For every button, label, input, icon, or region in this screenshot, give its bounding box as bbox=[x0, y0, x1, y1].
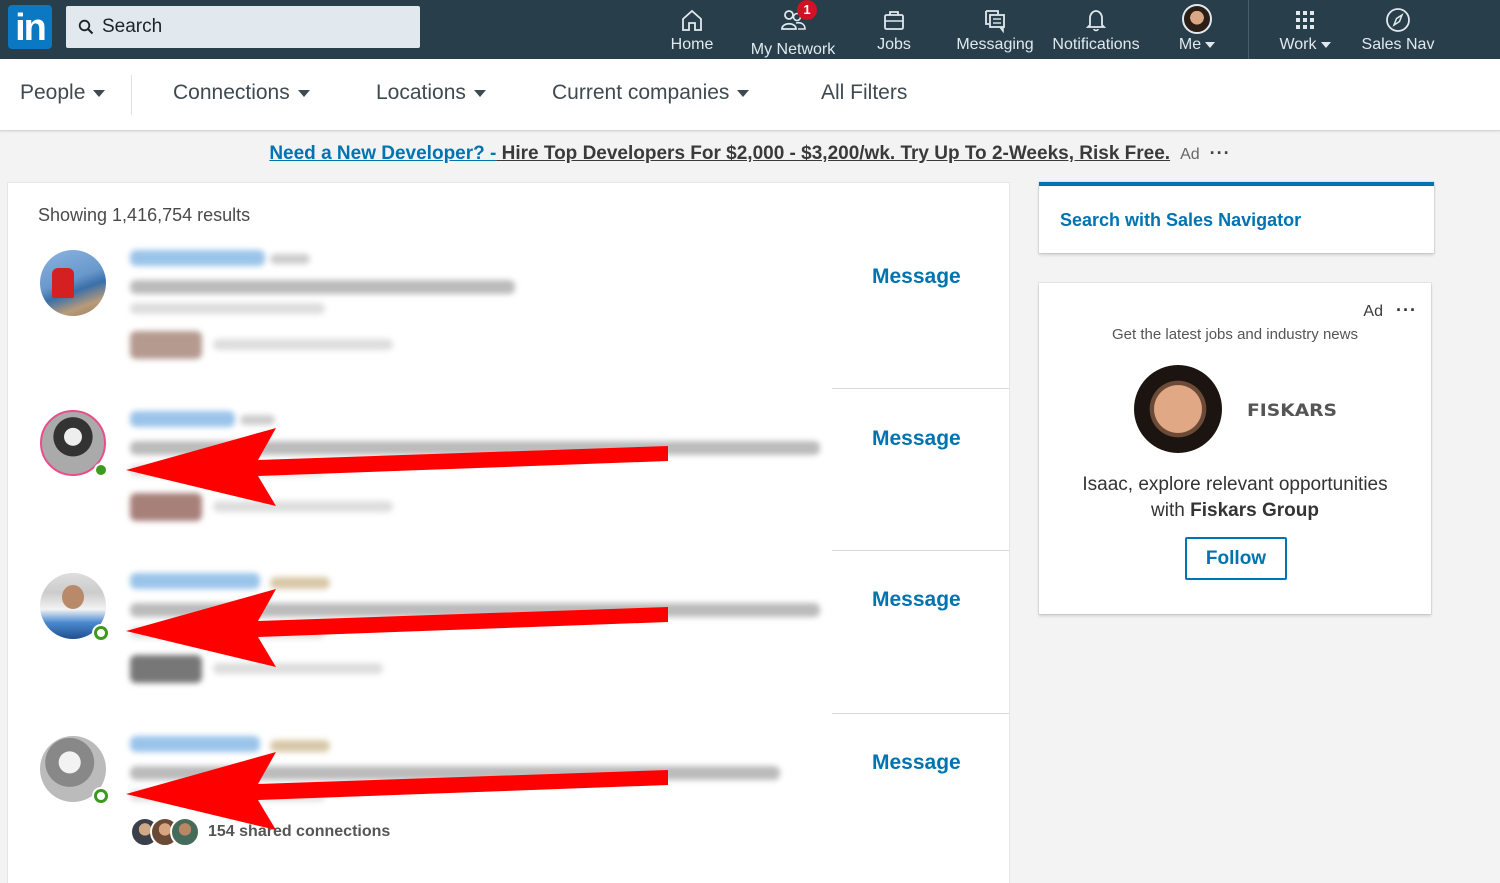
ad-headline-link[interactable]: Need a New Developer? - bbox=[269, 143, 496, 164]
ad-label: Ad bbox=[1363, 303, 1383, 320]
results-count: Showing 1,416,754 results bbox=[38, 205, 251, 225]
blurred-name[interactable] bbox=[130, 411, 235, 427]
user-avatar bbox=[1134, 365, 1222, 453]
nav-home[interactable]: Home bbox=[668, 0, 716, 59]
home-icon bbox=[682, 9, 702, 31]
nav-divider bbox=[1248, 0, 1249, 59]
caret-down-icon bbox=[297, 89, 310, 97]
blurred-headline bbox=[130, 280, 515, 294]
filter-connections[interactable]: Connections bbox=[173, 81, 310, 105]
notification-badge: 1 bbox=[797, 0, 817, 20]
grid-icon bbox=[1296, 11, 1314, 29]
row-divider bbox=[832, 388, 1009, 389]
nav-messaging-label: Messaging bbox=[956, 36, 1034, 53]
sponsored-ad-card: Ad ··· Get the latest jobs and industry … bbox=[1039, 283, 1431, 614]
search-with-sales-navigator-link[interactable]: Search with Sales Navigator bbox=[1060, 210, 1301, 231]
caret-down-icon bbox=[473, 89, 486, 97]
nav-notifications-label: Notifications bbox=[1052, 36, 1140, 53]
filter-locations[interactable]: Locations bbox=[376, 81, 486, 105]
ad-label: Ad bbox=[1180, 146, 1200, 163]
message-button[interactable]: Message bbox=[872, 751, 961, 775]
filter-people[interactable]: People bbox=[20, 81, 106, 105]
row-divider bbox=[832, 713, 1009, 714]
search-icon bbox=[78, 19, 94, 35]
row-divider bbox=[832, 550, 1009, 551]
caret-down-icon bbox=[1320, 41, 1331, 48]
online-status-indicator bbox=[94, 463, 108, 477]
text-ad-banner: Need a New Developer? - Hire Top Develop… bbox=[0, 143, 1500, 165]
profile-photo[interactable] bbox=[40, 250, 106, 316]
blurred-degree bbox=[270, 740, 330, 752]
avatar bbox=[1182, 4, 1212, 34]
nav-my-network[interactable]: 1 My Network bbox=[748, 0, 838, 59]
follow-button[interactable]: Follow bbox=[1185, 537, 1287, 580]
sales-navigator-card: Search with Sales Navigator bbox=[1039, 182, 1434, 253]
nav-me[interactable]: Me bbox=[1176, 0, 1218, 59]
blurred-location bbox=[130, 303, 325, 314]
blurred-location bbox=[130, 465, 325, 476]
message-button[interactable]: Message bbox=[872, 427, 961, 451]
nav-messaging[interactable]: Messaging bbox=[955, 0, 1035, 59]
company-logo[interactable]: FISKARS bbox=[1247, 401, 1337, 421]
search-filter-bar: People Connections Locations Current com… bbox=[0, 59, 1500, 131]
messaging-icon bbox=[985, 10, 1005, 34]
blurred-headline bbox=[130, 603, 820, 617]
ad-pitch-line-2: with Fiskars Group bbox=[1151, 500, 1319, 521]
blurred-degree bbox=[270, 254, 310, 264]
search-input[interactable] bbox=[102, 16, 402, 38]
shared-connections[interactable]: 154 shared connections bbox=[130, 817, 390, 847]
compass-icon bbox=[1386, 8, 1410, 32]
blurred-degree bbox=[270, 577, 330, 589]
filter-divider bbox=[131, 75, 132, 115]
global-nav: in Home 1 My Network Jobs Messaging Noti… bbox=[0, 0, 1500, 59]
nav-jobs[interactable]: Jobs bbox=[874, 0, 914, 59]
blurred-shared-text bbox=[213, 339, 393, 350]
nav-notifications[interactable]: Notifications bbox=[1049, 0, 1143, 59]
blurred-location bbox=[130, 627, 325, 638]
filter-all-filters[interactable]: All Filters bbox=[821, 81, 907, 105]
blurred-shared-text bbox=[213, 663, 383, 674]
blurred-location bbox=[130, 790, 325, 801]
blurred-shared-avatars bbox=[130, 331, 202, 359]
message-button[interactable]: Message bbox=[872, 265, 961, 289]
nav-jobs-label: Jobs bbox=[877, 36, 911, 53]
blurred-shared-text bbox=[213, 501, 393, 512]
caret-down-icon bbox=[1205, 41, 1216, 48]
nav-home-label: Home bbox=[670, 36, 714, 53]
blurred-name[interactable] bbox=[130, 736, 260, 752]
shared-connection-avatar bbox=[170, 817, 200, 847]
ad-subtitle: Get the latest jobs and industry news bbox=[1112, 326, 1358, 343]
blurred-name[interactable] bbox=[130, 250, 265, 266]
more-options-icon[interactable]: ··· bbox=[1396, 300, 1417, 321]
search-results-list: Showing 1,416,754 results Message Messag… bbox=[8, 183, 1009, 883]
caret-down-icon bbox=[93, 89, 106, 97]
message-button[interactable]: Message bbox=[872, 588, 961, 612]
online-status-indicator bbox=[94, 789, 108, 803]
nav-work-label: Work bbox=[1279, 36, 1331, 54]
nav-work[interactable]: Work bbox=[1278, 0, 1332, 59]
ad-pitch-line-1: Isaac, explore relevant opportunities bbox=[1082, 474, 1388, 495]
shared-connections-text: 154 shared connections bbox=[208, 823, 391, 840]
briefcase-icon bbox=[884, 11, 904, 30]
linkedin-logo[interactable]: in bbox=[8, 5, 52, 49]
filter-current-companies[interactable]: Current companies bbox=[552, 81, 750, 105]
ad-pitch: Isaac, explore relevant opportunities wi… bbox=[1039, 472, 1431, 524]
blurred-headline bbox=[130, 766, 780, 780]
blurred-headline bbox=[130, 441, 820, 455]
blurred-degree bbox=[240, 415, 275, 425]
nav-sales-nav[interactable]: Sales Nav bbox=[1360, 0, 1436, 59]
company-name: Fiskars Group bbox=[1190, 500, 1319, 521]
nav-sales-nav-label: Sales Nav bbox=[1361, 36, 1435, 53]
more-options-icon[interactable]: ··· bbox=[1210, 143, 1231, 163]
caret-down-icon bbox=[737, 89, 750, 97]
blurred-shared-avatars bbox=[130, 493, 202, 521]
ad-body-link[interactable]: Hire Top Developers For $2,000 - $3,200/… bbox=[496, 143, 1170, 164]
online-status-indicator bbox=[94, 626, 108, 640]
bell-icon bbox=[1085, 10, 1107, 32]
blurred-shared-avatars bbox=[130, 655, 202, 683]
search-box[interactable] bbox=[66, 6, 420, 48]
blurred-name[interactable] bbox=[130, 573, 260, 589]
nav-my-network-label: My Network bbox=[750, 41, 836, 58]
nav-me-label: Me bbox=[1179, 36, 1216, 54]
